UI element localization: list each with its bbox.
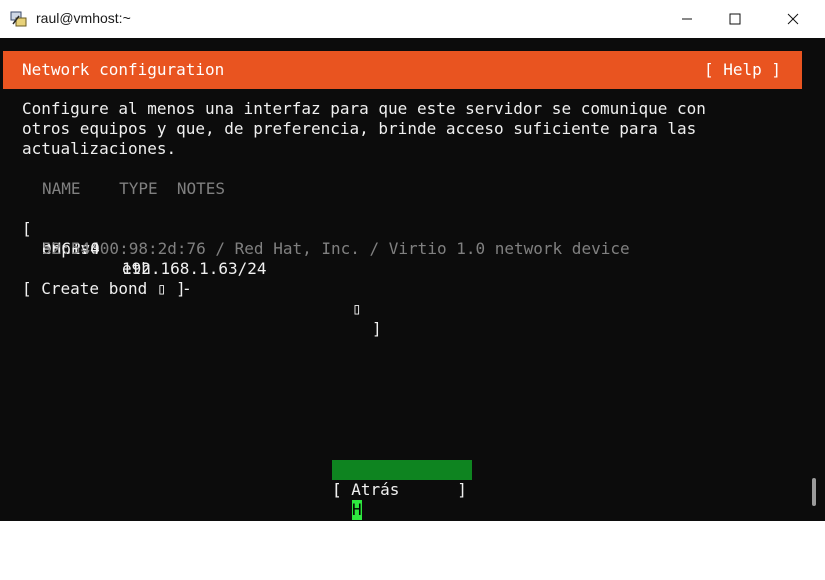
done-button[interactable]: [ H echo ] <box>332 460 472 559</box>
scrollbar-thumb[interactable] <box>812 478 816 506</box>
maximize-button[interactable] <box>712 0 758 38</box>
intro-line-2: otros equipos y que, de preferencia, bri… <box>22 119 697 138</box>
terminal-screen: Network configuration [ Help ] Configure… <box>0 38 825 559</box>
row-open-bracket: [ <box>22 219 32 238</box>
help-button[interactable]: [ Help ] <box>704 60 781 80</box>
row-close-bracket: ] <box>372 319 382 338</box>
close-button[interactable] <box>770 0 816 38</box>
address-row: DHCPv4 192.168.1.63/24 <box>42 219 342 278</box>
header-bar: Network configuration [ Help ] <box>3 51 802 89</box>
page-title: Network configuration <box>22 60 225 79</box>
minimize-icon <box>682 18 692 20</box>
intro-line-1: Configure al menos una interfaz para que… <box>22 99 706 118</box>
device-info: 52:54:00:98:2d:76 / Red Hat, Inc. / Virt… <box>42 239 630 258</box>
window-title: raul@vmhost:~ <box>36 10 131 26</box>
interface-row-enp1s0[interactable]: [ enp1s0 eth - ▯ ] <box>22 199 392 338</box>
putty-app-icon <box>10 11 27 27</box>
row-menu-arrow-icon[interactable]: ▯ <box>352 299 362 319</box>
close-icon <box>787 13 799 25</box>
done-label: echo <box>362 520 401 539</box>
create-bond-button[interactable]: [ Create bond ▯ ] <box>22 279 186 299</box>
intro-line-3: actualizaciones. <box>22 139 177 158</box>
done-close-bracket: ] <box>462 540 472 559</box>
maximize-icon <box>729 13 741 25</box>
minimize-button[interactable] <box>664 0 710 38</box>
back-button[interactable]: [ Atrás ] <box>332 480 472 500</box>
address-value: 192.168.1.63/24 <box>122 259 267 278</box>
text-cursor: H <box>352 500 362 520</box>
window-titlebar: raul@vmhost:~ <box>0 0 825 38</box>
table-header: NAME TYPE NOTES <box>42 179 226 198</box>
